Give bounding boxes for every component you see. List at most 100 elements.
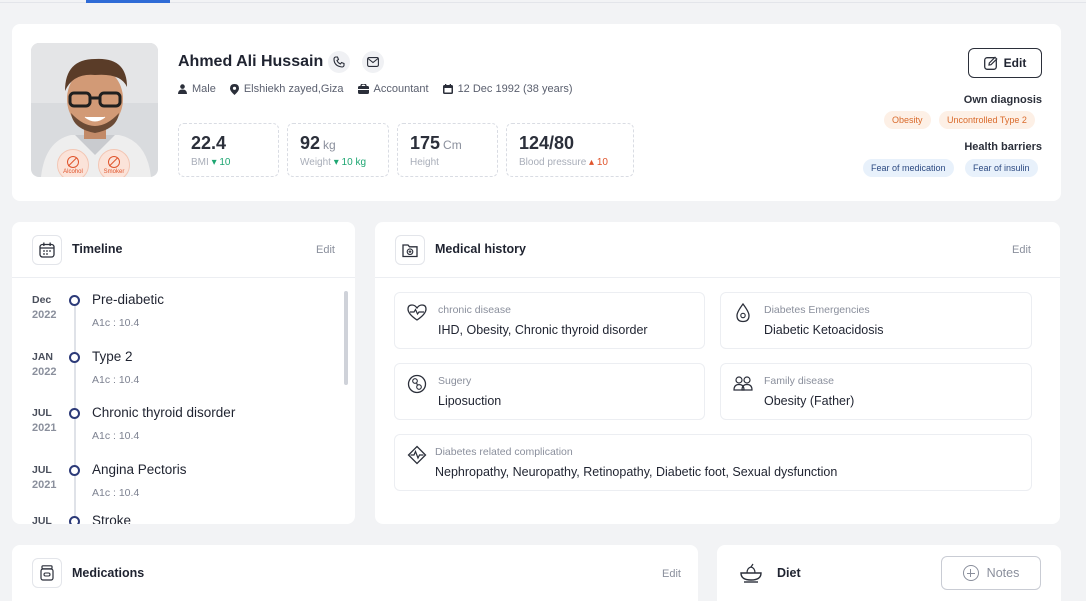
barrier-tag: Fear of insulin [965, 159, 1038, 177]
job-text: Accountant [373, 83, 429, 95]
timeline-year: 2022 [32, 366, 57, 378]
medications-card: Medications Edit [12, 545, 698, 601]
timeline-date: Dec 2022 [32, 293, 56, 323]
timeline-scrollbar[interactable] [344, 291, 348, 385]
family-disease-label: Family disease [764, 375, 835, 387]
blood-pressure-change: ▴ 10 [589, 157, 608, 168]
diabetes-complication-value: Nephropathy, Neuropathy, Retinopathy, Di… [435, 465, 838, 479]
patient-photo [31, 43, 158, 177]
weight-change-value: 10 kg [341, 157, 367, 168]
medical-history-edit-link[interactable]: Edit [1012, 244, 1031, 256]
alcohol-label: Alcohol [63, 168, 83, 175]
timeline-dot [69, 408, 80, 419]
timeline-date: JUL 2021 [32, 406, 56, 436]
diabetes-complication-box[interactable]: Diabetes related complication Nephropath… [394, 434, 1032, 491]
diabetes-emergencies-box[interactable]: Diabetes Emergencies Diabetic Ketoacidos… [720, 292, 1032, 349]
bmi-stat: 22.4 BMI ▾ 10 [178, 123, 279, 177]
chronic-disease-box[interactable]: chronic disease IHD, Obesity, Chronic th… [394, 292, 705, 349]
timeline-month: JAN [32, 351, 54, 363]
timeline-item-title: Stroke [92, 513, 132, 524]
email-button[interactable] [362, 51, 384, 73]
own-diagnosis-label: Own diagnosis [963, 94, 1042, 106]
family-icon [733, 376, 753, 391]
timeline-item-sub: A1c : 10.4 [92, 374, 140, 386]
timeline-date: JUL [32, 514, 52, 524]
family-disease-value: Obesity (Father) [764, 394, 855, 408]
edit-icon [983, 56, 998, 70]
calendar-icon [32, 235, 62, 265]
barrier-tag: Fear of medication [863, 159, 954, 177]
job-item: Accountant [357, 83, 429, 95]
calendar-icon [442, 84, 453, 94]
call-button[interactable] [328, 51, 350, 73]
pill-bottle-icon [32, 558, 62, 588]
timeline-item-title: Angina Pectoris [92, 462, 187, 477]
chronic-disease-value: IHD, Obesity, Chronic thyroid disorder [438, 323, 648, 337]
timeline-month: JUL [32, 515, 52, 524]
surgery-box[interactable]: Sugery Liposuction [394, 363, 705, 420]
gender-item: Male [178, 83, 216, 95]
timeline-card: Timeline Edit Dec 2022 Pre-diabetic A1c :… [12, 222, 355, 524]
weight-stat: 92 kg Weight ▾ 10 kg [287, 123, 389, 177]
timeline-dot [69, 465, 80, 476]
height-stat: 175 Cm Height [397, 123, 498, 177]
patient-meta: Male Elshiekh zayed,Giza Accountant 12 D… [178, 83, 573, 95]
weight-change: ▾ 10 kg [333, 157, 367, 168]
location-pin-icon [229, 83, 239, 95]
medical-folder-icon [395, 235, 425, 265]
location-item: Elshiekh zayed,Giza [229, 83, 344, 95]
timeline-year: 2022 [32, 309, 57, 321]
add-notes-button[interactable]: Notes [941, 556, 1041, 590]
patient-name: Ahmed Ali Hussain [178, 53, 324, 70]
timeline-edit-link[interactable]: Edit [316, 244, 335, 256]
surgery-icon [407, 374, 427, 394]
mail-icon [367, 57, 379, 67]
timeline-month: JUL [32, 464, 52, 476]
blood-pressure-label: Blood pressure [519, 157, 587, 168]
timeline-month: JUL [32, 407, 52, 419]
notes-label: Notes [986, 566, 1020, 580]
weight-unit: kg [323, 138, 336, 152]
timeline-title: Timeline [72, 242, 123, 256]
edit-profile-button[interactable]: Edit [968, 48, 1042, 78]
diabetes-complication-label: Diabetes related complication [435, 446, 573, 458]
timeline-date: JAN 2022 [32, 350, 56, 380]
diagnosis-tag: Obesity [884, 111, 931, 129]
diet-title: Diet [777, 566, 801, 580]
diagnosis-tag: Uncontrolled Type 2 [939, 111, 1035, 129]
top-tab-bar [0, 0, 1086, 3]
health-barriers-label: Health barriers [964, 141, 1042, 153]
surgery-label: Sugery [438, 375, 472, 387]
weight-label: Weight [300, 157, 331, 168]
blood-drop-icon [736, 303, 750, 323]
blood-pressure-stat: 124/80 Blood pressure ▴ 10 [506, 123, 634, 177]
medical-history-card: Medical history Edit chronic disease IHD… [375, 222, 1060, 524]
patient-profile-card: Alcohol Smoker Ahmed Ali Hussain Male El… [12, 24, 1061, 201]
dob-item: 12 Dec 1992 (38 years) [442, 83, 573, 95]
surgery-value: Liposuction [438, 394, 502, 408]
family-disease-box[interactable]: Family disease Obesity (Father) [720, 363, 1032, 420]
active-tab-indicator[interactable] [86, 0, 170, 3]
blood-pressure-value: 124/80 [519, 133, 575, 153]
alcohol-badge: Alcohol [57, 149, 89, 177]
bmi-label: BMI [191, 157, 209, 168]
timeline-item-sub: A1c : 10.4 [92, 430, 140, 442]
timeline-item-sub: A1c : 10.4 [92, 317, 140, 329]
blood-pressure-change-value: 10 [596, 157, 608, 168]
height-label: Height [410, 157, 439, 168]
diet-card: Diet Notes [717, 545, 1061, 601]
plus-circle-icon [962, 565, 979, 581]
medical-history-title: Medical history [435, 242, 526, 256]
avatar: Alcohol Smoker [31, 43, 158, 177]
medications-edit-link[interactable]: Edit [662, 568, 681, 580]
timeline-item-title: Type 2 [92, 349, 133, 364]
timeline-item-title: Pre-diabetic [92, 292, 165, 307]
smoker-label: Smoker [103, 168, 125, 175]
phone-icon [333, 56, 345, 68]
bmi-change: ▾ 10 [211, 157, 231, 168]
diabetes-emergencies-label: Diabetes Emergencies [764, 304, 870, 316]
edit-profile-label: Edit [1003, 56, 1027, 70]
no-alcohol-icon [67, 155, 79, 168]
gender-text: Male [192, 83, 216, 95]
dob-text: 12 Dec 1992 (38 years) [457, 83, 573, 95]
